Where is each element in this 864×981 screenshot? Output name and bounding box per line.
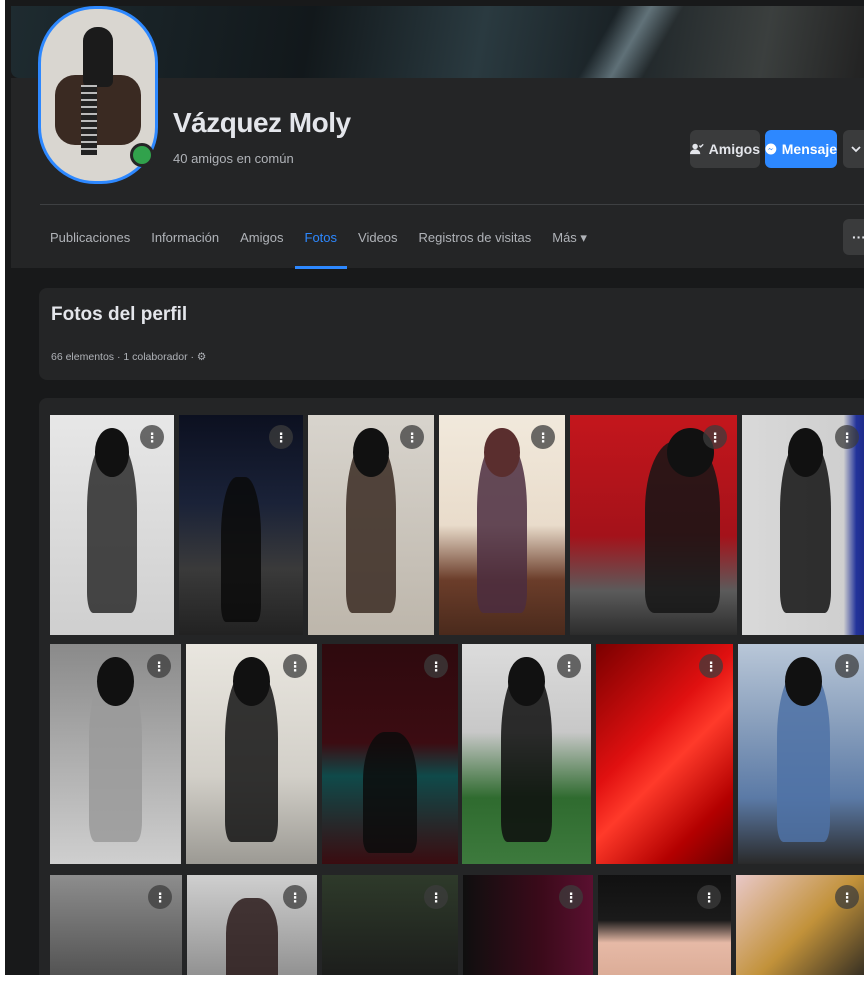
photo-tile[interactable]: ⋮ [50,644,181,864]
photo-tile[interactable]: ⋮ [596,644,733,864]
photo-options-icon[interactable]: ⋮ [835,425,859,449]
photo-tile[interactable]: ⋮ [50,875,182,975]
photo-tile[interactable]: ⋮ [439,415,565,635]
photo-tile[interactable]: ⋮ [463,875,593,975]
photo-hair [785,657,822,706]
album-title: Fotos del perfil [51,304,188,325]
photo-options-icon[interactable]: ⋮ [140,425,164,449]
photo-options-icon[interactable]: ⋮ [835,654,859,678]
avatar-figure [83,27,113,87]
album-header-card: Fotos del perfil 66 elementos · 1 colabo… [39,288,864,380]
photo-tile[interactable]: ⋮ [186,644,317,864]
tab-mas[interactable]: Más ▾ [552,218,587,266]
friend-check-icon [690,143,704,155]
chevron-down-icon [850,146,861,153]
photo-tile[interactable]: ⋮ [742,415,864,635]
photo-subject [362,732,418,853]
photo-hair [94,428,130,477]
photo-options-icon[interactable]: ⋮ [531,425,555,449]
photo-subject [226,897,278,975]
photo-subject [221,476,261,622]
photo-tile[interactable]: ⋮ [50,415,174,635]
photo-options-icon[interactable]: ⋮ [424,885,448,909]
profile-tabs: Publicaciones Información Amigos Fotos V… [50,218,608,269]
photo-options-icon[interactable]: ⋮ [147,654,171,678]
tabs-more-options-button[interactable]: ··· [843,219,864,255]
profile-name[interactable]: Vázquez Moly [173,107,351,139]
photo-tile[interactable]: ⋮ [462,644,591,864]
tab-videos[interactable]: Videos [358,218,398,266]
message-button[interactable]: Mensaje [765,130,837,168]
photo-options-icon[interactable]: ⋮ [283,654,307,678]
message-button-label: Mensaje [781,141,837,157]
photo-options-icon[interactable]: ⋮ [703,425,727,449]
photo-tile[interactable]: ⋮ [187,875,317,975]
photo-options-icon[interactable]: ⋮ [269,425,293,449]
photo-options-icon[interactable]: ⋮ [697,885,721,909]
friends-button-label: Amigos [708,141,760,157]
header-divider [40,204,864,205]
facebook-profile-page: Vázquez Moly 40 amigos en común Amigos M… [5,0,864,975]
photo-hair [787,428,824,477]
photo-options-icon[interactable]: ⋮ [424,654,448,678]
photo-options-icon[interactable]: ⋮ [400,425,424,449]
photo-tile[interactable]: ⋮ [738,644,864,864]
profile-more-button[interactable] [843,130,864,168]
photo-tile[interactable]: ⋮ [308,415,434,635]
photo-tile[interactable]: ⋮ [179,415,303,635]
photo-options-icon[interactable]: ⋮ [699,654,723,678]
photo-hair [508,657,545,706]
photo-options-icon[interactable]: ⋮ [148,885,172,909]
photo-hair [484,428,520,477]
photo-tile[interactable]: ⋮ [322,875,458,975]
photo-options-icon[interactable]: ⋮ [835,885,859,909]
tab-registros-de-visitas[interactable]: Registros de visitas [419,218,532,266]
photo-grid: ⋮ ⋮ ⋮ ⋮ ⋮ ⋮ ⋮ ⋮ ⋮ ⋮ ⋮ ⋮ ⋮ ⋮ ⋮ ⋮ ⋮ ⋮ [39,398,864,975]
photo-tile[interactable]: ⋮ [736,875,864,975]
photo-hair [353,428,389,477]
messenger-icon [765,143,777,155]
photo-hair [233,657,270,706]
photo-hair [97,657,134,706]
tab-informacion[interactable]: Información [151,218,219,266]
cover-highlight [571,6,691,78]
tab-amigos[interactable]: Amigos [240,218,283,266]
album-meta[interactable]: 66 elementos · 1 colaborador · ⚙ [51,351,206,363]
online-status-indicator [130,143,154,167]
photo-options-icon[interactable]: ⋮ [283,885,307,909]
photo-options-icon[interactable]: ⋮ [559,885,583,909]
photo-options-icon[interactable]: ⋮ [557,654,581,678]
photo-tile[interactable]: ⋮ [570,415,737,635]
photo-tile[interactable]: ⋮ [322,644,458,864]
friends-button[interactable]: Amigos [690,130,760,168]
mutual-friends-count[interactable]: 40 amigos en común [173,151,294,166]
avatar-legs [81,85,97,155]
tab-fotos[interactable]: Fotos [294,218,347,269]
photo-tile[interactable]: ⋮ [598,875,731,975]
tab-publicaciones[interactable]: Publicaciones [50,218,130,266]
